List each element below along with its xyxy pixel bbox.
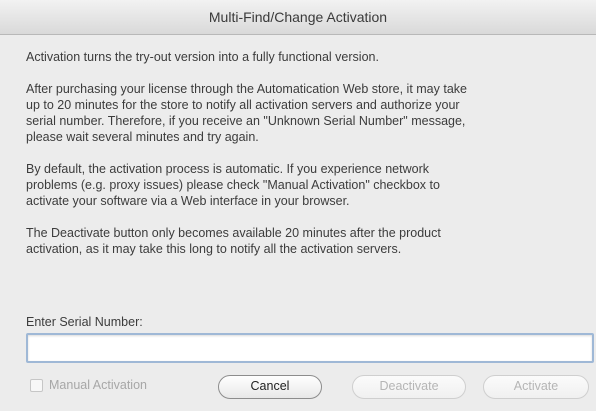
purchase-line: After purchasing your license through th…: [26, 82, 467, 96]
serial-number-input[interactable]: [26, 333, 594, 363]
manual-activation-control[interactable]: Manual Activation: [30, 378, 147, 392]
network-line: problems (e.g. proxy issues) please chec…: [26, 178, 440, 192]
activate-button[interactable]: Activate: [483, 375, 589, 399]
deactivate-info-paragraph: The Deactivate button only becomes avail…: [26, 225, 584, 257]
manual-activation-label[interactable]: Manual Activation: [49, 378, 147, 392]
network-line: By default, the activation process is au…: [26, 162, 429, 176]
purchase-info-paragraph: After purchasing your license through th…: [26, 81, 584, 145]
purchase-line: serial number. Therefore, if you receive…: [26, 114, 466, 128]
purchase-line: up to 20 minutes for the store to notify…: [26, 98, 460, 112]
network-line: activate your software via a Web interfa…: [26, 194, 350, 208]
title-bar[interactable]: Multi-Find/Change Activation: [0, 0, 596, 35]
deactivate-button[interactable]: Deactivate: [352, 375, 466, 399]
deactivate-line: activation, as it may take this long to …: [26, 242, 402, 256]
intro-paragraph: Activation turns the try-out version int…: [26, 50, 379, 64]
window-title: Multi-Find/Change Activation: [208, 9, 388, 25]
description-text: Activation turns the try-out version int…: [0, 35, 596, 257]
cancel-button[interactable]: Cancel: [218, 375, 322, 399]
deactivate-line: The Deactivate button only becomes avail…: [26, 226, 441, 240]
button-row: Manual Activation Cancel Deactivate Acti…: [26, 375, 596, 399]
serial-number-label: Enter Serial Number:: [26, 315, 143, 329]
purchase-line: please wait several minutes and try agai…: [26, 130, 259, 144]
activation-dialog: Multi-Find/Change Activation Activation …: [0, 0, 596, 411]
manual-activation-checkbox[interactable]: [30, 378, 43, 392]
network-info-paragraph: By default, the activation process is au…: [26, 161, 584, 209]
